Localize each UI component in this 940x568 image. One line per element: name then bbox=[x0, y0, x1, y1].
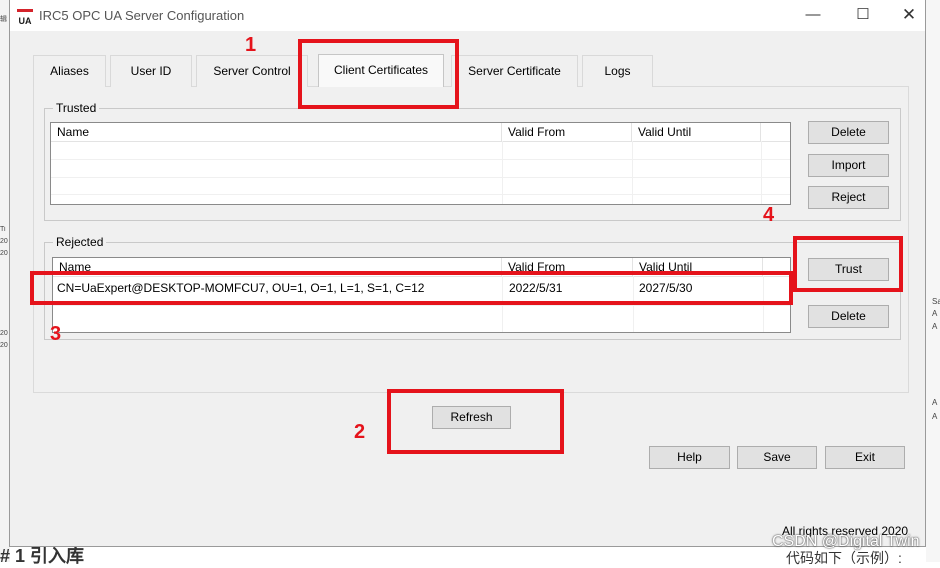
tab-server-certificate[interactable]: Server Certificate bbox=[451, 55, 578, 87]
column-divider bbox=[761, 141, 762, 204]
tab-aliases[interactable]: Aliases bbox=[33, 55, 106, 87]
watermark: CSDN @Digital Twin bbox=[772, 533, 920, 550]
column-divider bbox=[632, 141, 633, 204]
import-button[interactable]: Import bbox=[808, 154, 889, 177]
column-header-valid-until[interactable]: Valid Until bbox=[632, 123, 761, 141]
row-divider bbox=[51, 194, 790, 195]
minimize-button[interactable]: — bbox=[790, 0, 836, 31]
background-text: A bbox=[932, 398, 938, 407]
row-divider bbox=[53, 305, 790, 306]
tab-user-id[interactable]: User ID bbox=[110, 55, 192, 87]
exit-button[interactable]: Exit bbox=[825, 446, 905, 469]
background-text: A bbox=[932, 322, 938, 331]
trusted-delete-button[interactable]: Delete bbox=[808, 121, 889, 144]
background-text: 20 bbox=[0, 238, 8, 245]
annotation-box-3 bbox=[30, 271, 793, 305]
help-button[interactable]: Help bbox=[649, 446, 730, 469]
row-divider bbox=[51, 177, 790, 178]
trusted-list-header: Name Valid From Valid Until bbox=[51, 123, 790, 142]
annotation-number-2: 2 bbox=[354, 421, 366, 443]
background-text: Ti bbox=[0, 226, 6, 233]
background-text: Sa bbox=[932, 297, 940, 306]
background-text: 20 bbox=[0, 250, 8, 257]
app-icon: UA bbox=[17, 9, 33, 26]
title-bar[interactable]: UA IRC5 OPC UA Server Configuration — ☐ … bbox=[10, 0, 925, 31]
rejected-group-label: Rejected bbox=[53, 235, 107, 249]
tab-server-control[interactable]: Server Control bbox=[196, 55, 308, 87]
annotation-number-4: 4 bbox=[763, 204, 775, 226]
background-text: 辑 bbox=[0, 16, 7, 23]
rejected-delete-button[interactable]: Delete bbox=[808, 305, 889, 328]
maximize-button[interactable]: ☐ bbox=[840, 0, 886, 31]
background-text: 20 bbox=[0, 342, 8, 349]
reject-button[interactable]: Reject bbox=[808, 186, 889, 209]
background-window-right: Sa A A A A bbox=[926, 0, 940, 562]
window-title: IRC5 OPC UA Server Configuration bbox=[39, 8, 245, 23]
annotation-box-1 bbox=[298, 39, 459, 109]
column-header-valid-from[interactable]: Valid From bbox=[502, 123, 632, 141]
row-divider bbox=[51, 159, 790, 160]
tab-logs[interactable]: Logs bbox=[582, 55, 653, 87]
background-text: A bbox=[932, 309, 938, 318]
column-header-name[interactable]: Name bbox=[51, 123, 502, 141]
trusted-list[interactable]: Name Valid From Valid Until bbox=[50, 122, 791, 205]
close-button[interactable]: ✕ bbox=[886, 0, 932, 31]
annotation-box-4 bbox=[793, 236, 903, 292]
annotation-number-1: 1 bbox=[245, 34, 257, 56]
annotation-box-2 bbox=[387, 389, 564, 454]
background-text: 代码如下（示例）: bbox=[786, 550, 902, 566]
background-text: 20 bbox=[0, 330, 8, 337]
trusted-group-label: Trusted bbox=[53, 101, 100, 115]
save-button[interactable]: Save bbox=[737, 446, 817, 469]
annotation-number-3: 3 bbox=[50, 323, 62, 345]
background-text: A bbox=[932, 412, 938, 421]
column-divider bbox=[502, 141, 503, 204]
